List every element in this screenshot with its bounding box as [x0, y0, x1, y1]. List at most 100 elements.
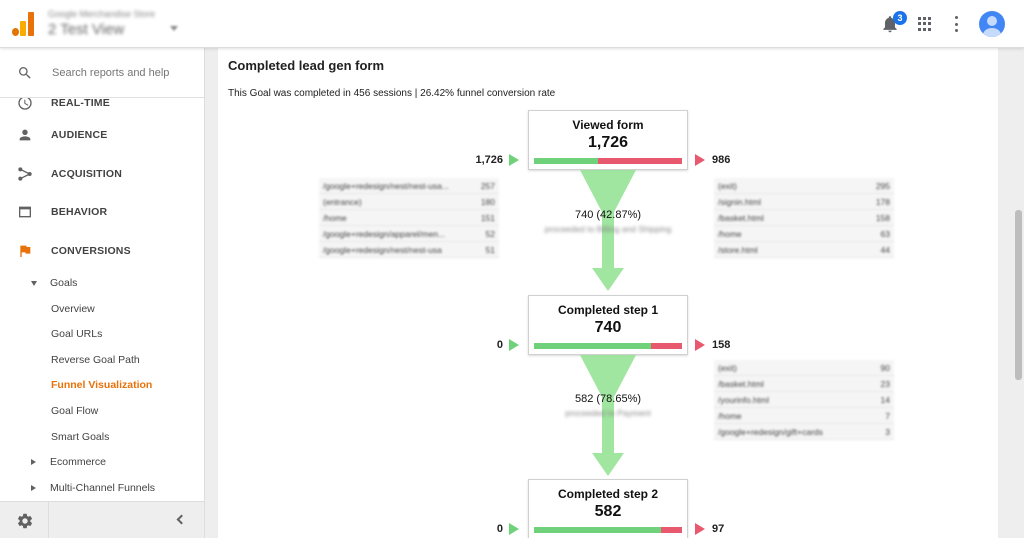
table-row[interactable]: /signin.html 178: [714, 194, 894, 210]
scrollbar-thumb[interactable]: [1015, 210, 1022, 380]
sidebar-item-overview[interactable]: Overview: [51, 303, 95, 315]
sidebar-item-label: AUDIENCE: [51, 129, 108, 141]
table-row[interactable]: (entrance) 180: [319, 194, 499, 210]
source-value: 180: [480, 197, 495, 207]
table-row[interactable]: /store.html 44: [714, 242, 894, 258]
sidebar-item-ecommerce[interactable]: Ecommerce: [50, 456, 106, 468]
sidebar-item-goal-urls[interactable]: Goal URLs: [51, 328, 102, 340]
notification-badge: 3: [893, 11, 907, 25]
transition-label: proceeded to Payment: [565, 408, 651, 418]
table-row[interactable]: (exit) 295: [714, 178, 894, 194]
sidebar-item-label: BEHAVIOR: [51, 206, 108, 218]
table-row[interactable]: /google+redesign/nest/nest-usa... 257: [319, 178, 499, 194]
exit-value: 23: [880, 379, 890, 389]
step-exits: 986: [712, 154, 731, 166]
acquisition-icon: [18, 167, 32, 181]
source-value: 151: [480, 213, 495, 223]
account-selector[interactable]: Google Merchandise Store 2 Test View: [48, 9, 155, 38]
exit-arrow-icon: [695, 154, 705, 166]
sidebar: Search reports and help REAL-TIME AUDIEN…: [0, 48, 205, 538]
collapse-chevron-icon[interactable]: [176, 514, 187, 525]
step-count: 740: [594, 319, 622, 336]
sidebar-item-funnel-visualization[interactable]: Funnel Visualization: [51, 379, 152, 391]
avatar[interactable]: [979, 11, 1005, 37]
top-bar: Google Merchandise Store 2 Test View 3: [0, 0, 1024, 48]
caret-right-icon[interactable]: [31, 485, 36, 491]
gear-icon[interactable]: [16, 512, 34, 530]
table-row[interactable]: /home 7: [714, 408, 894, 424]
exit-page: /store.html: [718, 245, 758, 255]
exit-value: 7: [885, 411, 890, 421]
table-row[interactable]: /yourinfo.html 14: [714, 392, 894, 408]
sidebar-item-conversions[interactable]: CONVERSIONS: [0, 236, 204, 266]
exit-page: /basket.html: [718, 379, 764, 389]
entrance-arrow-icon: [509, 523, 519, 535]
caret-right-icon[interactable]: [31, 459, 36, 465]
funnel-step[interactable]: Completed step 1 740: [528, 295, 688, 355]
exit-value: 178: [875, 197, 890, 207]
funnel-step[interactable]: Completed step 2 582: [528, 479, 688, 538]
exit-page: /yourinfo.html: [718, 395, 770, 405]
step-conversion-fill: [534, 527, 662, 533]
chevron-down-icon[interactable]: [170, 26, 178, 31]
analytics-logo[interactable]: [12, 12, 34, 36]
sidebar-item-behavior[interactable]: BEHAVIOR: [0, 197, 204, 227]
transition-value: 582 (78.65%): [574, 393, 642, 405]
sidebar-item-label: CONVERSIONS: [51, 245, 131, 257]
more-vert-icon[interactable]: [954, 16, 958, 32]
exit-value: 295: [875, 181, 890, 191]
sidebar-item-reverse-goal-path[interactable]: Reverse Goal Path: [51, 354, 140, 366]
table-row[interactable]: /basket.html 158: [714, 210, 894, 226]
exit-pages-table: (exit) 295 /signin.html 178 /basket.html 15…: [714, 178, 894, 258]
person-icon: [19, 129, 31, 141]
step-name: Completed step 2: [557, 487, 659, 501]
source-page: (entrance): [323, 197, 362, 207]
source-page: /home: [323, 213, 347, 223]
step-count: 1,726: [587, 134, 629, 151]
table-row[interactable]: /google+redesign/gift+cards 3: [714, 424, 894, 440]
sidebar-item-acquisition[interactable]: ACQUISITION: [0, 159, 204, 189]
transition-value: 740 (42.87%): [574, 209, 642, 221]
exit-value: 14: [880, 395, 890, 405]
view-name: 2 Test View: [48, 21, 125, 38]
exit-arrow-icon: [695, 339, 705, 351]
table-row[interactable]: /home 151: [319, 210, 499, 226]
exit-value: 90: [880, 363, 890, 373]
source-page: /google+redesign/nest/nest-usa...: [323, 181, 449, 191]
apps-grid-icon[interactable]: [918, 17, 932, 31]
source-value: 51: [485, 245, 495, 255]
step-entrances: 0: [496, 339, 503, 351]
sidebar-item-label: REAL-TIME: [51, 97, 110, 109]
step-conversion-bar: [534, 527, 682, 533]
step-exits: 158: [712, 339, 731, 351]
source-page: /google+redesign/apparel/men...: [323, 229, 446, 239]
table-row[interactable]: /google+redesign/apparel/men... 52: [319, 226, 499, 242]
property-name: Google Merchandise Store: [48, 9, 156, 19]
goal-summary: This Goal was completed in 456 sessions …: [228, 88, 556, 99]
table-row[interactable]: /home 63: [714, 226, 894, 242]
sidebar-item-goal-flow[interactable]: Goal Flow: [51, 405, 98, 417]
source-value: 52: [485, 229, 495, 239]
table-row[interactable]: /google+redesign/nest/nest-usa 51: [319, 242, 499, 258]
exit-page: /basket.html: [718, 213, 764, 223]
source-page: /google+redesign/nest/nest-usa: [323, 245, 442, 255]
step-exits: 97: [712, 523, 725, 535]
sidebar-item-smart-goals[interactable]: Smart Goals: [51, 431, 109, 443]
exit-arrow-icon: [695, 523, 705, 535]
sidebar-item-goals[interactable]: Goals: [50, 277, 77, 289]
search-bar[interactable]: Search reports and help: [0, 48, 204, 98]
sidebar-item-audience[interactable]: AUDIENCE: [0, 120, 204, 150]
search-input[interactable]: Search reports and help: [52, 67, 169, 79]
funnel-step[interactable]: Viewed form 1,726: [528, 110, 688, 170]
step-entrances: 0: [496, 523, 503, 535]
table-row[interactable]: (exit) 90: [714, 360, 894, 376]
main-content: Completed lead gen form This Goal was co…: [218, 48, 998, 538]
flag-icon: [20, 245, 31, 257]
step-name: Completed step 1: [557, 303, 659, 317]
exit-value: 158: [875, 213, 890, 223]
step-conversion-fill: [534, 158, 598, 164]
caret-down-icon[interactable]: [31, 281, 37, 286]
source-value: 257: [480, 181, 495, 191]
sidebar-item-multi-channel-funnels[interactable]: Multi-Channel Funnels: [50, 482, 155, 494]
table-row[interactable]: /basket.html 23: [714, 376, 894, 392]
